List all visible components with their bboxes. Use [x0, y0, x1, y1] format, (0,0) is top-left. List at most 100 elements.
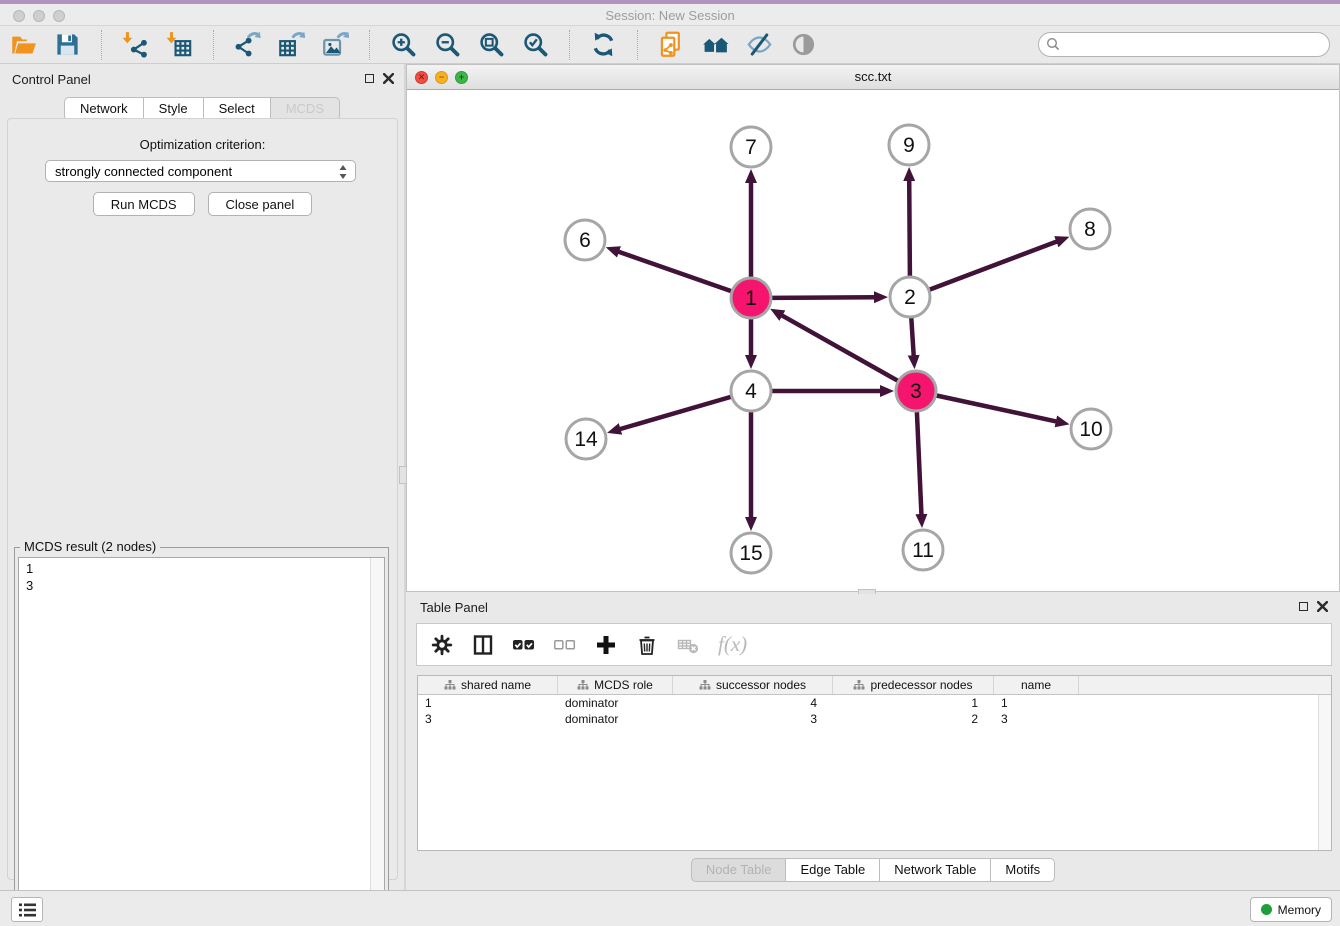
cell-shared-name[interactable]: 1: [418, 695, 558, 711]
status-bar: Memory: [0, 890, 1340, 926]
node-14[interactable]: 14: [566, 419, 606, 459]
svg-text:6: 6: [579, 229, 591, 252]
table-row[interactable]: 1dominator411: [418, 695, 1331, 711]
svg-text:9: 9: [903, 134, 915, 157]
node-15[interactable]: 15: [731, 533, 771, 573]
memory-label: Memory: [1278, 903, 1321, 917]
close-panel-icon[interactable]: [383, 73, 394, 84]
tab-network-table[interactable]: Network Table: [880, 858, 991, 882]
add-column-icon[interactable]: [595, 634, 617, 656]
zoom-out-icon[interactable]: [434, 31, 461, 58]
cell-shared-name[interactable]: 3: [418, 711, 558, 727]
column-label: MCDS role: [594, 678, 653, 692]
node-11[interactable]: 11: [903, 530, 943, 570]
node-3[interactable]: 3: [896, 371, 936, 411]
select-all-icon[interactable]: [513, 634, 535, 656]
network-canvas[interactable]: 7 9 6 8 1 2 4 3 14 10 15 11: [407, 90, 1339, 591]
node-1[interactable]: 1: [731, 278, 771, 318]
node-10[interactable]: 10: [1071, 409, 1111, 449]
node-6[interactable]: 6: [565, 220, 605, 260]
import-network-icon[interactable]: [122, 31, 149, 58]
first-neighbors-icon[interactable]: [702, 31, 729, 58]
main-toolbar: [0, 26, 1340, 64]
cell-name[interactable]: 3: [994, 711, 1079, 727]
chevron-up-down-icon: [338, 164, 348, 180]
network-window-title: scc.txt: [407, 69, 1339, 84]
deselect-all-icon[interactable]: [554, 634, 576, 656]
table-toolbar: f(x): [416, 623, 1332, 666]
export-network-icon[interactable]: [234, 31, 261, 58]
memory-button[interactable]: Memory: [1250, 897, 1332, 922]
column-label: predecessor nodes: [870, 678, 972, 692]
edge-3-11[interactable]: [917, 412, 922, 516]
cell-successor-nodes[interactable]: 3: [673, 711, 833, 727]
column-header-name[interactable]: name: [994, 676, 1079, 694]
open-file-icon[interactable]: [10, 31, 37, 58]
column-header-shared-name[interactable]: shared name: [418, 676, 558, 694]
export-image-icon[interactable]: [322, 31, 349, 58]
import-table-icon[interactable]: [166, 31, 193, 58]
cell-name[interactable]: 1: [994, 695, 1079, 711]
edge-4-14[interactable]: [619, 397, 731, 430]
close-table-panel-icon[interactable]: [1317, 601, 1328, 612]
edge-2-8[interactable]: [930, 241, 1059, 290]
search-input[interactable]: [1038, 32, 1330, 57]
criterion-dropdown[interactable]: strongly connected component: [45, 160, 356, 182]
task-history-button[interactable]: [11, 897, 43, 922]
control-panel-title: Control Panel: [12, 72, 91, 87]
node-2[interactable]: 2: [890, 277, 930, 317]
network-window-titlebar[interactable]: ✕ − + scc.txt: [407, 65, 1339, 90]
edge-2-9[interactable]: [909, 179, 910, 276]
zoom-in-icon[interactable]: [390, 31, 417, 58]
edge-2-3[interactable]: [911, 318, 914, 357]
svg-text:11: 11: [912, 539, 934, 562]
edge-1-6[interactable]: [617, 251, 731, 291]
svg-text:10: 10: [1079, 418, 1102, 441]
memory-status-dot: [1261, 904, 1272, 915]
delete-column-icon[interactable]: [636, 634, 658, 656]
cell-predecessor-nodes[interactable]: 1: [833, 695, 994, 711]
zoom-fit-icon[interactable]: [478, 31, 505, 58]
node-table: shared name MCDS role successor nodes prede…: [417, 675, 1332, 851]
node-9[interactable]: 9: [889, 125, 929, 165]
edge-3-1[interactable]: [781, 315, 898, 381]
refresh-layout-icon[interactable]: [590, 31, 617, 58]
result-scrollbar[interactable]: [370, 558, 384, 923]
column-layout-icon[interactable]: [472, 634, 494, 656]
svg-text:3: 3: [910, 380, 922, 403]
show-details-icon[interactable]: [790, 31, 817, 58]
svg-text:7: 7: [745, 136, 757, 159]
toolbar-separator: [569, 30, 570, 60]
tab-edge-table[interactable]: Edge Table: [786, 858, 880, 882]
toolbar-separator: [101, 30, 102, 60]
mcds-result-area[interactable]: 1 3: [18, 557, 385, 924]
cell-predecessor-nodes[interactable]: 2: [833, 711, 994, 727]
cell-mcds-role[interactable]: dominator: [558, 695, 673, 711]
node-8[interactable]: 8: [1070, 209, 1110, 249]
edge-1-2[interactable]: [772, 297, 876, 298]
tab-motifs[interactable]: Motifs: [991, 858, 1055, 882]
export-table-icon[interactable]: [278, 31, 305, 58]
node-4[interactable]: 4: [731, 371, 771, 411]
column-header-successor-nodes[interactable]: successor nodes: [673, 676, 833, 694]
edge-3-10[interactable]: [937, 396, 1058, 422]
table-row[interactable]: 3dominator323: [418, 711, 1331, 727]
node-7[interactable]: 7: [731, 127, 771, 167]
table-scrollbar[interactable]: [1318, 695, 1331, 850]
hide-details-icon[interactable]: [746, 31, 773, 58]
column-header-mcds-role[interactable]: MCDS role: [558, 676, 673, 694]
zoom-selected-icon[interactable]: [522, 31, 549, 58]
run-mcds-button[interactable]: Run MCDS: [93, 192, 195, 216]
gear-icon[interactable]: [431, 634, 453, 656]
clone-network-icon[interactable]: [658, 31, 685, 58]
column-type-icon: [444, 680, 456, 690]
column-header-predecessor-nodes[interactable]: predecessor nodes: [833, 676, 994, 694]
close-panel-button[interactable]: Close panel: [208, 192, 313, 216]
table-panel-buttons: [1299, 601, 1328, 612]
cell-mcds-role[interactable]: dominator: [558, 711, 673, 727]
float-table-panel-icon[interactable]: [1299, 602, 1308, 611]
save-session-icon[interactable]: [54, 31, 81, 58]
float-panel-icon[interactable]: [365, 74, 374, 83]
tab-node-table[interactable]: Node Table: [691, 858, 787, 882]
cell-successor-nodes[interactable]: 4: [673, 695, 833, 711]
